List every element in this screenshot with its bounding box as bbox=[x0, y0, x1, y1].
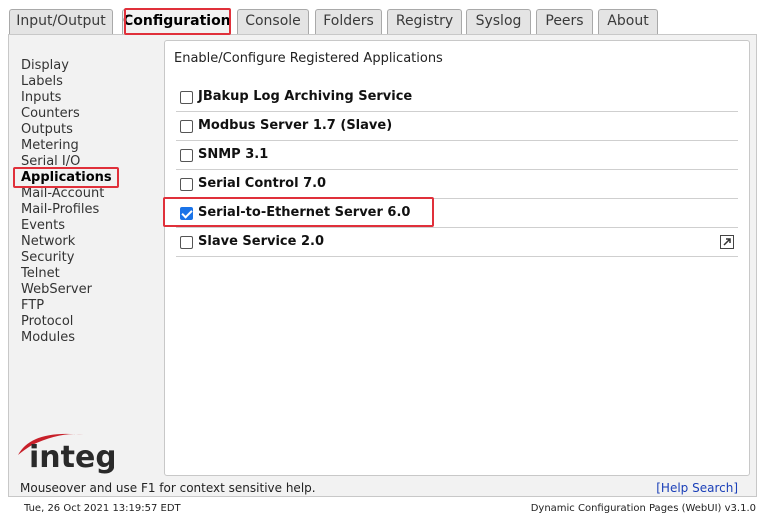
sidebar-item-network[interactable]: Network bbox=[21, 234, 75, 250]
app-row-snmp[interactable]: SNMP 3.1 bbox=[176, 141, 738, 170]
sidebar-item-display[interactable]: Display bbox=[21, 58, 69, 74]
app-row-modbus[interactable]: Modbus Server 1.7 (Slave) bbox=[176, 112, 738, 141]
sidebar-item-webserver[interactable]: WebServer bbox=[21, 282, 92, 298]
tab-about[interactable]: About bbox=[598, 9, 658, 34]
sidebar-item-security[interactable]: Security bbox=[21, 250, 74, 266]
tab-registry[interactable]: Registry bbox=[387, 9, 462, 34]
sidebar-item-mail-account[interactable]: Mail-Account bbox=[21, 186, 104, 202]
tab-label: Configuration bbox=[123, 13, 231, 29]
footer-timestamp: Tue, 26 Oct 2021 13:19:57 EDT bbox=[24, 503, 181, 514]
page-title: Enable/Configure Registered Applications bbox=[174, 51, 443, 66]
sidebar-item-counters[interactable]: Counters bbox=[21, 106, 80, 122]
app-row-jbakup[interactable]: JBakup Log Archiving Service bbox=[176, 83, 738, 112]
sidebar-item-events[interactable]: Events bbox=[21, 218, 65, 234]
checkbox[interactable] bbox=[180, 120, 193, 133]
app-label: Modbus Server 1.7 (Slave) bbox=[198, 118, 393, 133]
help-search-link[interactable]: [Help Search] bbox=[656, 481, 738, 495]
sidebar-item-protocol[interactable]: Protocol bbox=[21, 314, 73, 330]
tab-input-output[interactable]: Input/Output bbox=[9, 9, 113, 34]
app-label: Serial Control 7.0 bbox=[198, 176, 327, 191]
footer-version: Dynamic Configuration Pages (WebUI) v3.1… bbox=[530, 503, 756, 514]
checkbox[interactable] bbox=[180, 149, 193, 162]
app-label: SNMP 3.1 bbox=[198, 147, 269, 162]
sidebar-item-ftp[interactable]: FTP bbox=[21, 298, 44, 314]
app-row-slave-service[interactable]: Slave Service 2.0 bbox=[176, 228, 738, 257]
tab-syslog[interactable]: Syslog bbox=[466, 9, 531, 34]
sidebar-item-labels[interactable]: Labels bbox=[21, 74, 63, 90]
app-row-serial-control[interactable]: Serial Control 7.0 bbox=[176, 170, 738, 199]
tab-label: Input/Output bbox=[16, 13, 106, 29]
tab-console[interactable]: Console bbox=[237, 9, 309, 34]
tab-label: Folders bbox=[323, 13, 374, 29]
sidebar-item-outputs[interactable]: Outputs bbox=[21, 122, 73, 138]
tab-configuration[interactable]: Configuration bbox=[122, 9, 231, 35]
checkbox[interactable] bbox=[180, 236, 193, 249]
sidebar-item-inputs[interactable]: Inputs bbox=[21, 90, 61, 106]
logo-text: integ bbox=[29, 440, 114, 475]
tab-label: Registry bbox=[395, 13, 454, 29]
sidebar-item-applications[interactable]: Applications bbox=[21, 170, 112, 186]
sidebar-item-metering[interactable]: Metering bbox=[21, 138, 79, 154]
sidebar-item-serial-io[interactable]: Serial I/O bbox=[21, 154, 80, 170]
app-label: JBakup Log Archiving Service bbox=[198, 89, 413, 104]
app-label: Slave Service 2.0 bbox=[198, 234, 325, 249]
checkbox-checked[interactable] bbox=[180, 207, 193, 220]
tab-peers[interactable]: Peers bbox=[536, 9, 593, 34]
checkbox[interactable] bbox=[180, 178, 193, 191]
tab-label: About bbox=[607, 13, 649, 29]
open-external-icon[interactable] bbox=[720, 235, 734, 249]
tab-folders[interactable]: Folders bbox=[315, 9, 382, 34]
help-bar: Mouseover and use F1 for context sensiti… bbox=[9, 478, 756, 497]
tab-label: Peers bbox=[545, 13, 584, 29]
help-text: Mouseover and use F1 for context sensiti… bbox=[20, 481, 316, 495]
sidebar-item-telnet[interactable]: Telnet bbox=[21, 266, 60, 282]
tab-label: Syslog bbox=[475, 13, 522, 29]
integ-logo: integ bbox=[14, 425, 117, 475]
app-label: Serial-to-Ethernet Server 6.0 bbox=[198, 205, 411, 220]
sidebar-item-modules[interactable]: Modules bbox=[21, 330, 75, 346]
app-row-serial-to-ethernet[interactable]: Serial-to-Ethernet Server 6.0 bbox=[176, 199, 738, 228]
checkbox[interactable] bbox=[180, 91, 193, 104]
sidebar-item-mail-profiles[interactable]: Mail-Profiles bbox=[21, 202, 99, 218]
tab-label: Console bbox=[245, 13, 301, 29]
